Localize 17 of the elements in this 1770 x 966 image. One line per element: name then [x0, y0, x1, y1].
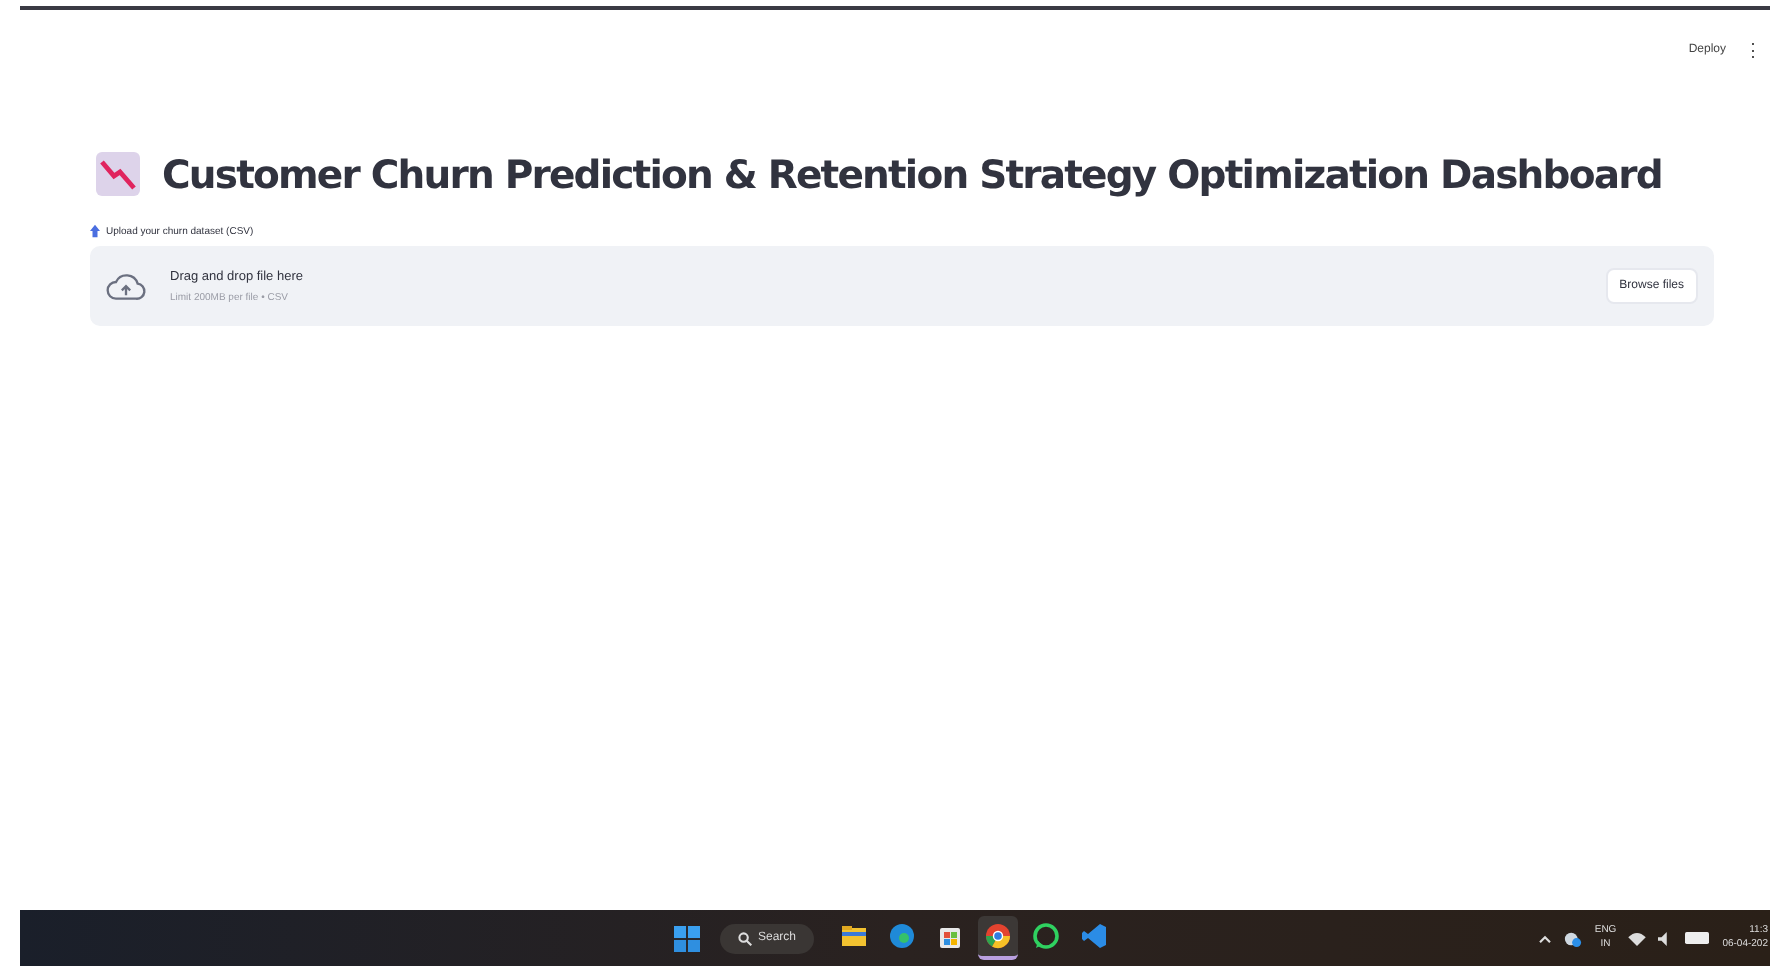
wifi-icon[interactable]	[1628, 931, 1647, 945]
upload-icon	[90, 224, 100, 238]
chart-down-icon	[94, 150, 142, 198]
battery-icon[interactable]	[1684, 932, 1711, 944]
store-icon	[936, 922, 965, 950]
chevron-up-icon[interactable]	[1538, 933, 1553, 943]
page-title: Customer Churn Prediction & Retention Strategy Optimization Dashboard	[162, 151, 1662, 197]
menu-icon[interactable]: ⋮	[1744, 40, 1762, 60]
weather-icon[interactable]	[1564, 929, 1583, 947]
volume-icon[interactable]	[1658, 931, 1673, 945]
search-icon	[738, 931, 752, 945]
start-icon[interactable]	[674, 925, 700, 951]
chat-icon	[1032, 922, 1061, 950]
folder-icon	[840, 922, 869, 950]
chrome-icon	[984, 922, 1013, 950]
cloud-upload-icon	[106, 271, 146, 301]
taskbar-app[interactable]	[978, 916, 1019, 960]
